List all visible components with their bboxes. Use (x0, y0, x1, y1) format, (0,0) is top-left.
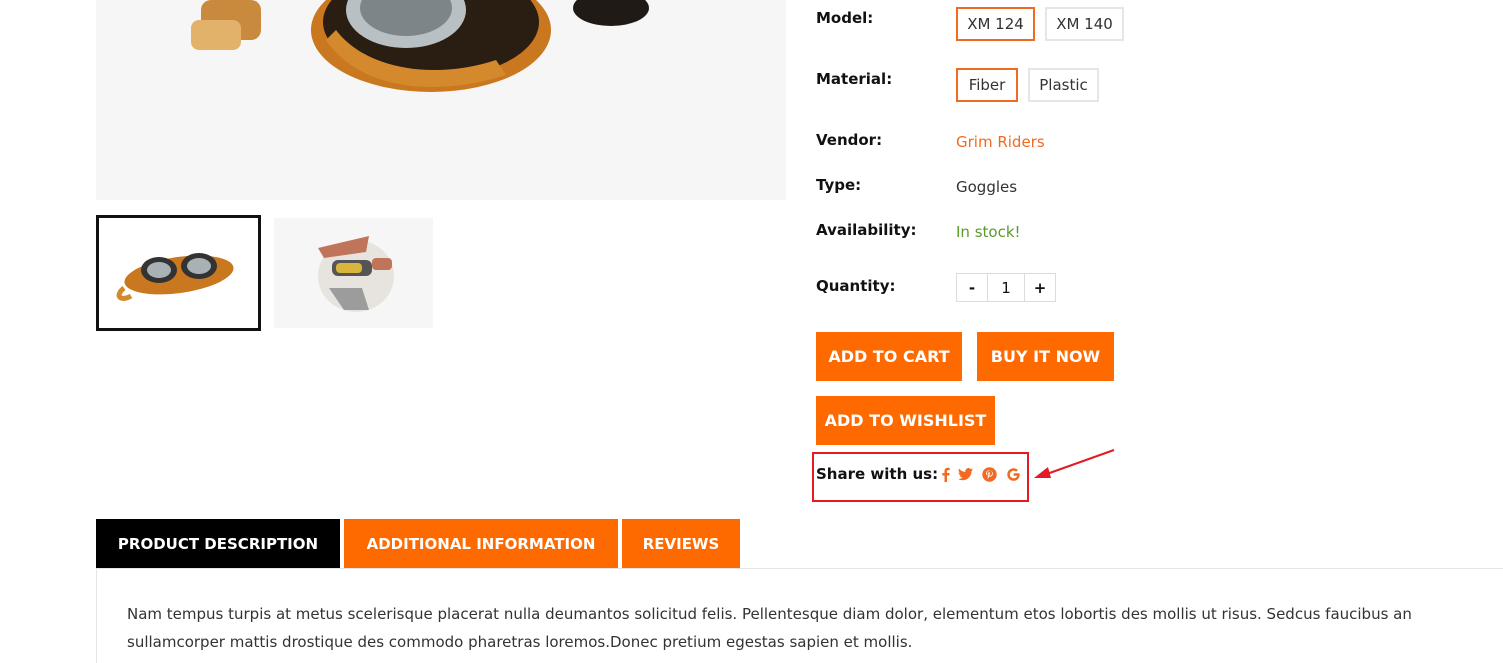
vendor-label: Vendor: (816, 131, 883, 149)
add-to-wishlist-button[interactable]: ADD TO WISHLIST (816, 396, 995, 445)
buy-it-now-button[interactable]: BUY IT NOW (977, 332, 1114, 381)
facebook-icon[interactable] (937, 466, 953, 482)
product-description-text: Nam tempus turpis at metus scelerisque p… (127, 605, 1412, 651)
thumbnail-helmet[interactable] (274, 218, 433, 328)
quantity-stepper: - 1 + (956, 273, 1056, 302)
availability-label: Availability: (816, 221, 917, 239)
pinterest-icon[interactable] (981, 466, 997, 482)
tab-additional-information[interactable]: ADDITIONAL INFORMATION (344, 519, 618, 568)
model-option-xm124[interactable]: XM 124 (956, 7, 1035, 41)
model-label: Model: (816, 9, 874, 27)
quantity-input[interactable]: 1 (987, 274, 1025, 301)
quantity-increase-button[interactable]: + (1025, 274, 1055, 301)
material-label: Material: (816, 70, 893, 88)
tab-reviews[interactable]: REVIEWS (622, 519, 740, 568)
twitter-icon[interactable] (957, 466, 973, 482)
tab-product-description[interactable]: PRODUCT DESCRIPTION (96, 519, 340, 568)
annotation-arrow-icon (1034, 449, 1115, 478)
vendor-link[interactable]: Grim Riders (956, 133, 1045, 151)
type-label: Type: (816, 176, 862, 194)
material-option-fiber[interactable]: Fiber (956, 68, 1018, 102)
add-to-cart-button[interactable]: ADD TO CART (816, 332, 962, 381)
quantity-label: Quantity: (816, 277, 896, 295)
quantity-decrease-button[interactable]: - (957, 274, 987, 301)
share-label: Share with us: (816, 465, 939, 483)
model-option-xm140[interactable]: XM 140 (1045, 7, 1124, 41)
google-icon[interactable] (1005, 466, 1021, 482)
material-option-plastic[interactable]: Plastic (1028, 68, 1099, 102)
type-value: Goggles (956, 178, 1018, 196)
availability-value: In stock! (956, 223, 1021, 241)
main-product-image[interactable] (96, 0, 786, 200)
thumbnail-goggles[interactable] (96, 215, 261, 331)
